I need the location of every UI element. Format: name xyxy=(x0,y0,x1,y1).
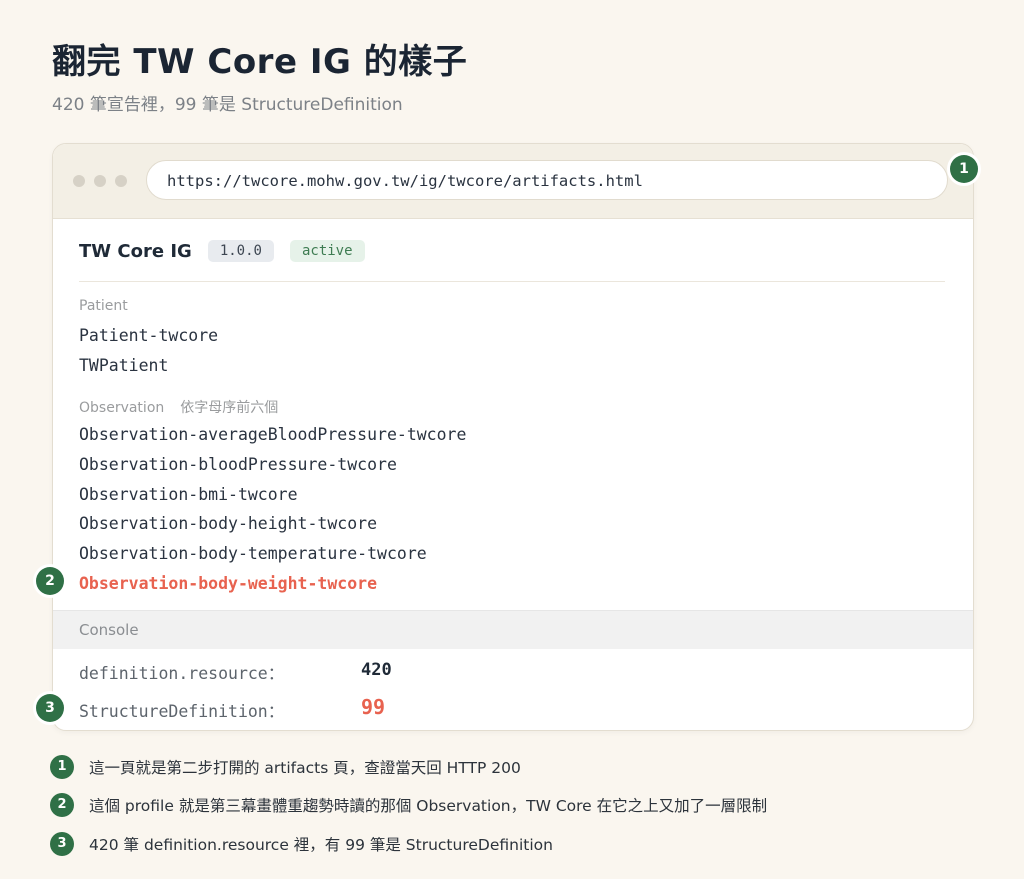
note-number: 2 xyxy=(50,793,74,817)
window-dot-icon xyxy=(73,175,85,187)
note-text: 這一頁就是第二步打開的 artifacts 頁，查證當天回 HTTP 200 xyxy=(89,759,521,777)
artifact-link[interactable]: Observation-averageBloodPressure-twcore xyxy=(79,425,466,444)
section-label-patient: Patient xyxy=(79,298,128,314)
console-bar: Console xyxy=(53,610,973,649)
browser-window: https://twcore.mohw.gov.tw/ig/twcore/art… xyxy=(52,143,974,731)
note-number: 1 xyxy=(50,755,74,779)
artifact-link[interactable]: Observation-body-temperature-twcore xyxy=(79,544,427,563)
callout-marker: 2 xyxy=(36,567,64,595)
artifact-link[interactable]: Observation-bloodPressure-twcore xyxy=(79,455,397,474)
console-key: StructureDefinition： xyxy=(79,702,285,721)
console-key: definition.resource： xyxy=(79,664,285,683)
note-text: 這個 profile 就是第三幕畫體重趨勢時讀的那個 Observation，T… xyxy=(89,797,768,815)
address-bar[interactable]: https://twcore.mohw.gov.tw/ig/twcore/art… xyxy=(146,160,948,200)
console-label: Console xyxy=(79,621,139,639)
page-title: 翻完 TW Core IG 的樣子 xyxy=(52,42,468,82)
ig-header: TW Core IG 1.0.0 active xyxy=(79,239,365,263)
window-dot-icon xyxy=(94,175,106,187)
version-badge: 1.0.0 xyxy=(207,240,274,262)
ig-name: TW Core IG xyxy=(79,240,192,262)
note-item: 3 420 筆 definition.resource 裡，有 99 筆是 St… xyxy=(50,832,553,856)
artifact-link[interactable]: Observation-bmi-twcore xyxy=(79,485,298,504)
divider xyxy=(79,281,945,282)
artifact-link[interactable]: Observation-body-height-twcore xyxy=(79,514,377,533)
note-item: 1 這一頁就是第二步打開的 artifacts 頁，查證當天回 HTTP 200 xyxy=(50,755,521,779)
callout-marker: 1 xyxy=(950,155,978,183)
note-text: 420 筆 definition.resource 裡，有 99 筆是 Stru… xyxy=(89,836,553,854)
note-number: 3 xyxy=(50,832,74,856)
status-badge: active xyxy=(289,240,365,262)
note-item: 2 這個 profile 就是第三幕畫體重趨勢時讀的那個 Observation… xyxy=(50,793,767,817)
artifact-link[interactable]: TWPatient xyxy=(79,356,168,375)
window-dot-icon xyxy=(115,175,127,187)
page-subtitle: 420 筆宣告裡，99 筆是 StructureDefinition xyxy=(52,95,403,115)
section-note: 依字母序前六個 xyxy=(180,400,279,416)
artifact-link-highlighted[interactable]: Observation-body-weight-twcore xyxy=(79,574,377,593)
section-label-observation: Observation 依字母序前六個 xyxy=(79,400,279,416)
callout-marker: 3 xyxy=(36,694,64,722)
browser-toolbar: https://twcore.mohw.gov.tw/ig/twcore/art… xyxy=(53,144,973,219)
artifact-link[interactable]: Patient-twcore xyxy=(79,326,218,345)
console-value: 420 xyxy=(361,660,392,680)
console-value-highlighted: 99 xyxy=(361,695,386,719)
